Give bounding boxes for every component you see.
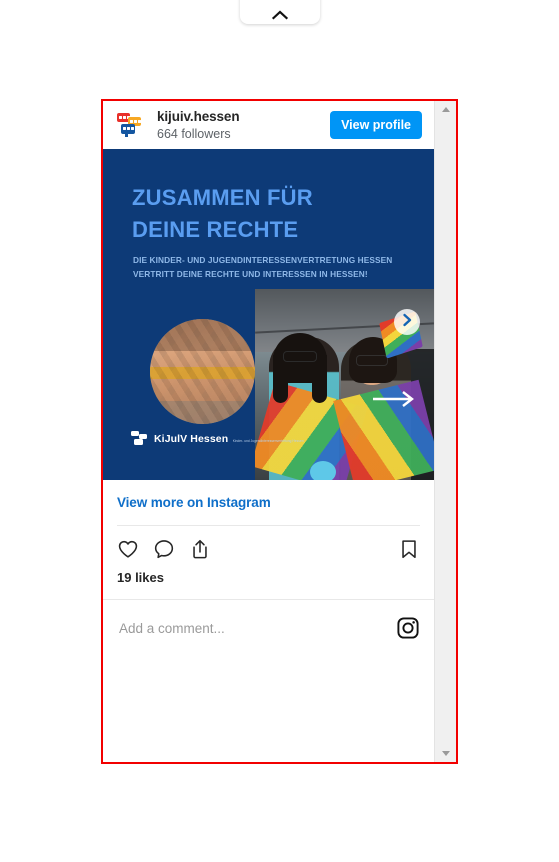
instagram-embed-card: kijuiv.hessen 664 followers View profile… [101, 99, 458, 764]
view-profile-button[interactable]: View profile [330, 111, 422, 139]
kijulv-mark-icon [131, 430, 148, 446]
collapse-panel-button[interactable] [240, 0, 320, 24]
bookmark-icon[interactable] [398, 538, 420, 560]
chevron-up-icon [271, 10, 289, 20]
media-headline: ZUSAMMEN FÜR DEINE RECHTE [132, 182, 313, 246]
media-subtitle-line1: DIE KINDER- UND JUGENDINTERESSENVERTRETU… [133, 255, 393, 265]
media-subtitle-line2: VERTRITT DEINE RECHTE UND INTERESSEN IN … [133, 268, 368, 279]
arrow-right-icon [371, 389, 417, 409]
carousel-next-button[interactable] [394, 309, 420, 335]
media-headline-line2: DEINE RECHTE [132, 216, 299, 242]
view-more-section: View more on Instagram [103, 480, 434, 525]
post-actions [103, 526, 434, 568]
hands-circle-photo [150, 319, 255, 424]
scroll-up-arrow-icon[interactable] [435, 101, 456, 118]
media-subtitle: DIE KINDER- UND JUGENDINTERESSENVERTRETU… [133, 254, 392, 281]
comment-input[interactable] [117, 619, 396, 637]
likes-count: 19 likes [117, 570, 164, 585]
account-username[interactable]: kijuiv.hessen [157, 109, 330, 125]
media-headline-line1: ZUSAMMEN FÜR [132, 185, 313, 210]
embed-scroll-content: kijuiv.hessen 664 followers View profile… [103, 101, 434, 762]
instagram-icon[interactable] [396, 616, 420, 640]
view-more-on-instagram-link[interactable]: View more on Instagram [117, 495, 271, 510]
avatar[interactable] [117, 111, 145, 139]
scroll-down-arrow-icon[interactable] [435, 745, 456, 762]
comment-bubble-icon[interactable] [153, 538, 175, 560]
chevron-right-icon [401, 313, 413, 332]
page-root: kijuiv.hessen 664 followers View profile… [0, 0, 559, 862]
account-followers: 664 followers [157, 127, 231, 142]
embed-scrollbar[interactable] [434, 101, 456, 762]
share-icon[interactable] [189, 538, 211, 560]
post-media[interactable]: ZUSAMMEN FÜR DEINE RECHTE DIE KINDER- UN… [103, 149, 434, 480]
kijulv-logo-name: KiJulV Hessen [154, 433, 229, 445]
embed-header: kijuiv.hessen 664 followers View profile [103, 101, 434, 149]
kijulv-logo-subtitle: Kinder- und Jugendinteressenvertretung H… [232, 439, 304, 443]
speech-bubble-blue-icon [121, 124, 135, 137]
kijulv-logo: KiJulV Hessen Kinder- und Jugendinteress… [131, 430, 304, 446]
account-info: kijuiv.hessen 664 followers [157, 109, 330, 142]
heart-icon[interactable] [117, 538, 139, 560]
comment-row [103, 599, 434, 656]
